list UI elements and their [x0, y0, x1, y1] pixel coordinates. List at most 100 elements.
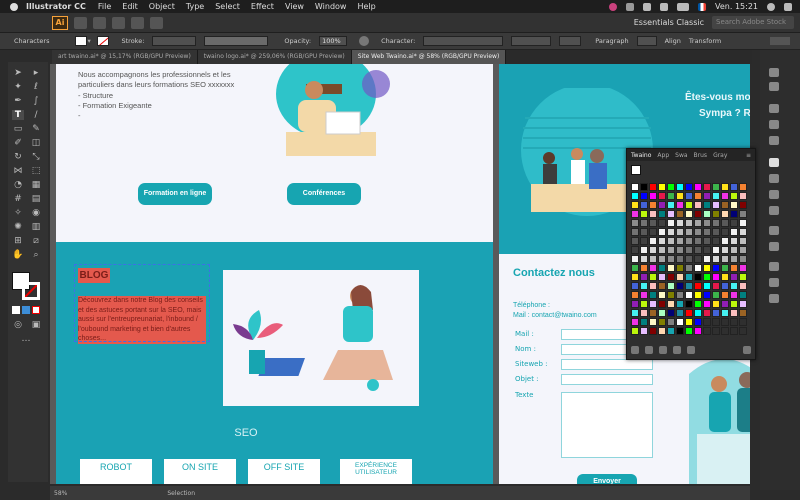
swatch[interactable]: [739, 237, 747, 245]
swatch[interactable]: [667, 273, 675, 281]
swatch[interactable]: [730, 300, 738, 308]
brushes-panel-icon[interactable]: [769, 174, 779, 183]
swatch[interactable]: [712, 309, 720, 317]
swatch[interactable]: [694, 300, 702, 308]
swatch[interactable]: [721, 228, 729, 236]
swatch[interactable]: [703, 282, 711, 290]
scale-tool-icon[interactable]: ⤡: [30, 152, 42, 162]
tab-twaino-logo[interactable]: twaino logo.ai* @ 259,06% (RGB/GPU Previ…: [197, 50, 352, 64]
swatch[interactable]: [739, 210, 747, 218]
swatch[interactable]: [712, 264, 720, 272]
tab-app[interactable]: App: [657, 152, 669, 159]
swatch[interactable]: [721, 210, 729, 218]
swatch[interactable]: [631, 246, 639, 254]
swatch[interactable]: [649, 210, 657, 218]
swatch[interactable]: [712, 210, 720, 218]
swatch[interactable]: [649, 219, 657, 227]
battery-icon[interactable]: [677, 2, 690, 11]
swatch[interactable]: [640, 192, 648, 200]
service-experience-utilisateur[interactable]: EXPÉRIENCE UTILISATEUR: [340, 459, 412, 484]
swatch[interactable]: [676, 219, 684, 227]
swatch[interactable]: [739, 228, 747, 236]
swatch[interactable]: [703, 309, 711, 317]
menu-window[interactable]: Window: [315, 2, 347, 11]
swatch[interactable]: [658, 228, 666, 236]
delete-swatch-icon[interactable]: [743, 346, 751, 354]
swatch[interactable]: [739, 309, 747, 317]
tab-twaino-swatches[interactable]: Twaino: [631, 152, 651, 159]
menu-icon[interactable]: [770, 37, 790, 45]
font-size-field[interactable]: [559, 36, 582, 46]
layers-panel-icon[interactable]: [769, 82, 779, 91]
swatch[interactable]: [703, 183, 711, 191]
mail-label[interactable]: Mail : contact@twaino.com: [513, 312, 597, 319]
send-icon[interactable]: [150, 16, 163, 29]
color-mode-icon[interactable]: [12, 306, 20, 314]
swatch[interactable]: [640, 201, 648, 209]
gradient-panel-icon[interactable]: [769, 226, 779, 235]
swatch[interactable]: [685, 327, 693, 335]
bullet-empty[interactable]: -: [78, 111, 81, 120]
swatch[interactable]: [631, 201, 639, 209]
recolor-icon[interactable]: [359, 36, 370, 46]
swatch[interactable]: [694, 219, 702, 227]
stroke-weight-field[interactable]: [152, 36, 197, 46]
swatch[interactable]: [667, 246, 675, 254]
graphic-styles-panel-icon[interactable]: [769, 278, 779, 287]
bullet-structure[interactable]: - Structure: [78, 91, 113, 100]
status-selection[interactable]: Selection: [167, 490, 195, 497]
status-icon[interactable]: [626, 2, 635, 11]
swatch[interactable]: [676, 183, 684, 191]
swatch[interactable]: [667, 201, 675, 209]
magic-wand-tool-icon[interactable]: ✦: [12, 82, 24, 92]
cloud-icon[interactable]: [643, 2, 652, 11]
swatch[interactable]: [712, 273, 720, 281]
none-mode-icon[interactable]: [32, 306, 40, 314]
artboard-left[interactable]: Nous accompagnons les professionnels et …: [56, 64, 493, 484]
swatch[interactable]: [721, 201, 729, 209]
swatch[interactable]: [631, 291, 639, 299]
swatch[interactable]: [712, 327, 720, 335]
appearance-panel-icon[interactable]: [769, 262, 779, 271]
swatch[interactable]: [721, 255, 729, 263]
swatch[interactable]: [667, 291, 675, 299]
swatch[interactable]: [703, 264, 711, 272]
swatch[interactable]: [694, 183, 702, 191]
swatch[interactable]: [703, 228, 711, 236]
properties-panel-icon[interactable]: [769, 68, 779, 77]
swatch[interactable]: [649, 273, 657, 281]
swatch[interactable]: [631, 192, 639, 200]
swatch[interactable]: [694, 318, 702, 326]
swatch[interactable]: [694, 210, 702, 218]
swatch[interactable]: [631, 282, 639, 290]
swatch[interactable]: [730, 255, 738, 263]
swatch[interactable]: [685, 318, 693, 326]
slice-tool-icon[interactable]: ⧄: [30, 236, 42, 246]
swatch-library-icon[interactable]: [631, 346, 639, 354]
swatch[interactable]: [676, 273, 684, 281]
swatch[interactable]: [649, 264, 657, 272]
swatch[interactable]: [721, 327, 729, 335]
symbols-panel-icon[interactable]: [769, 190, 779, 199]
swatch[interactable]: [730, 282, 738, 290]
gradient-mode-icon[interactable]: [22, 306, 30, 314]
headline-line1[interactable]: Êtes-vous motivé ? A: [685, 92, 750, 103]
swatch[interactable]: [712, 237, 720, 245]
headline-line2[interactable]: Sympa ? Rejoigne: [699, 108, 750, 119]
apple-icon[interactable]: [10, 2, 18, 11]
swatch[interactable]: [649, 228, 657, 236]
swatch[interactable]: [676, 291, 684, 299]
swatch[interactable]: [703, 192, 711, 200]
swatch[interactable]: [739, 255, 747, 263]
swatch-options-icon[interactable]: [659, 346, 667, 354]
swatch[interactable]: [676, 228, 684, 236]
swatch[interactable]: [658, 264, 666, 272]
artboard-tool-icon[interactable]: ⊞: [12, 236, 24, 246]
swatch[interactable]: [685, 201, 693, 209]
swatch[interactable]: [685, 183, 693, 191]
intro-text[interactable]: Nous accompagnons les professionnels et …: [78, 70, 238, 90]
draw-mode-icon[interactable]: ◎: [12, 320, 24, 330]
swatch[interactable]: [631, 300, 639, 308]
menu-edit[interactable]: Edit: [122, 2, 138, 11]
swatch[interactable]: [685, 228, 693, 236]
